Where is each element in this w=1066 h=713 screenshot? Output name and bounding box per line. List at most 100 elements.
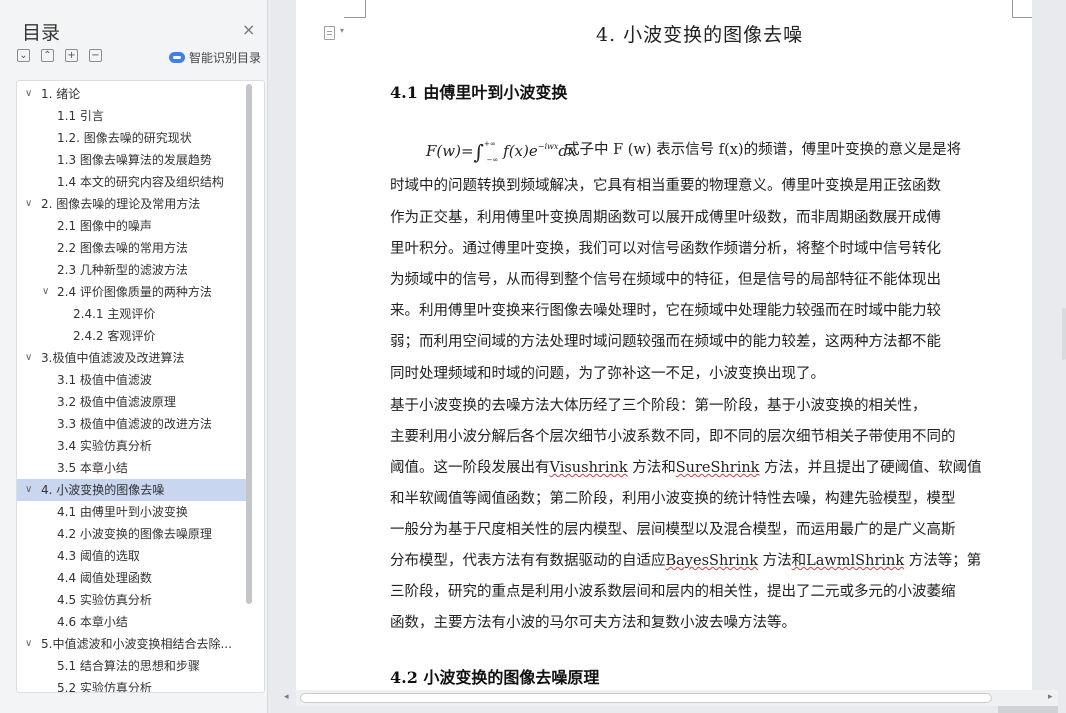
paragraph-line: 里叶积分。通过傅里叶变换，我们可以对信号函数作频谱分析，将整个时域中信号转化 (390, 241, 941, 257)
toc-item-label: 4.2 小波变换的图像去噪原理 (57, 527, 212, 541)
paragraph-line: 作为正交基，利用傅里叶变换周期函数可以展开成傅里叶级数，而非周期函数展开成傅 (390, 210, 941, 226)
chevron-down-icon[interactable]: ∨ (25, 479, 32, 501)
paragraph-line: 来。利用傅里叶变换来行图像去噪处理时，它在频域中处理能力较强而在时域中能力较 (390, 303, 941, 319)
vertical-scroll-marker[interactable] (1062, 308, 1066, 360)
toc-item[interactable]: 2.3 几种新型的滤波方法 (17, 259, 247, 281)
paragraph-line: 一般分为基于尺度相关性的层内模型、层间模型以及混合模型，而运用最广的是广义高斯 (390, 522, 956, 538)
toc-tree: ∨ 1. 绪论 1.1 引言 1.2. 图像去噪的研究现状 1.3 图像去噪算法的发展趋… (16, 80, 265, 693)
add-level-icon[interactable]: + (65, 49, 78, 62)
chevron-down-icon[interactable]: ∨ (42, 281, 49, 303)
toc-item[interactable]: ∨ 1. 绪论 (17, 83, 247, 105)
toc-item[interactable]: 4.6 本章小结 (17, 611, 247, 633)
chevron-down-icon[interactable]: ∨ (25, 83, 32, 105)
chevron-down-icon[interactable]: ∨ (25, 633, 32, 655)
scroll-left-icon[interactable]: ◂ (284, 692, 289, 702)
toc-item[interactable]: ∨ 2.4 评价图像质量的两种方法 (17, 281, 247, 303)
chevron-down-icon[interactable]: ∨ (25, 347, 32, 369)
toc-item[interactable]: ∨ 5.中值滤波和小波变换相结合去除... (17, 633, 247, 655)
section-heading: 4.2 小波变换的图像去噪原理 (390, 668, 600, 687)
page-margin-marker (1012, 0, 1032, 18)
toc-item[interactable]: 2.4.1 主观评价 (17, 303, 247, 325)
chapter-title: 4. 小波变换的图像去噪 (596, 24, 804, 46)
smart-toc-button[interactable]: 智能识别目录 (169, 49, 261, 66)
toc-item[interactable]: ∨ 2. 图像去噪的理论及常用方法 (17, 193, 247, 215)
toc-item[interactable]: 3.1 极值中值滤波 (17, 369, 247, 391)
toc-title: 目录 (22, 22, 61, 44)
toc-item[interactable]: 3.3 极值中值滤波的改进方法 (17, 413, 247, 435)
toc-item[interactable]: 2.4.2 客观评价 (17, 325, 247, 347)
toc-item[interactable]: 1.3 图像去噪算法的发展趋势 (17, 149, 247, 171)
fourier-formula: F(w)=∫+∞−∞ f(x)e−iwxdx (426, 140, 577, 164)
toc-item-label: 5.2 实验仿真分析 (57, 681, 152, 693)
section-heading: 4.1 由傅里叶到小波变换 (390, 83, 568, 102)
toc-item[interactable]: 5.2 实验仿真分析 (17, 677, 247, 693)
toc-item-label: 1.4 本文的研究内容及组织结构 (57, 175, 224, 189)
toc-item[interactable]: 4.2 小波变换的图像去噪原理 (17, 523, 247, 545)
toc-item-label: 2. 图像去噪的理论及常用方法 (41, 197, 201, 211)
collapse-all-icon[interactable]: ⌄ (17, 49, 30, 62)
toc-item[interactable]: 4.4 阈值处理函数 (17, 567, 247, 589)
horizontal-scroll-thumb[interactable] (300, 693, 992, 703)
paragraph-line: 主要利用小波分解后各个层次细节小波系数不同，即不同的层次细节相关子带使用不同的 (390, 429, 956, 445)
toc-item[interactable]: 1.4 本文的研究内容及组织结构 (17, 171, 247, 193)
toc-item-label: 5.中值滤波和小波变换相结合去除... (41, 637, 232, 651)
toc-item-label: 1. 绪论 (41, 87, 81, 101)
scroll-right-icon[interactable]: ▸ (1048, 692, 1053, 702)
toc-item[interactable]: 1.2. 图像去噪的研究现状 (17, 127, 247, 149)
term-sureshrink: SureShrink (675, 460, 760, 476)
toc-item-label: 3.极值中值滤波及改进算法 (41, 351, 185, 365)
close-icon[interactable]: × (242, 20, 255, 39)
toc-item[interactable]: 2.2 图像去噪的常用方法 (17, 237, 247, 259)
toc-item[interactable]: 3.5 本章小结 (17, 457, 247, 479)
toc-item-label: 3.2 极值中值滤波原理 (57, 395, 176, 409)
paragraph-line: 式子中 F (w) 表示信号 f(x)的频谱，傅里叶变换的意义是是将 (565, 142, 962, 158)
document-icon[interactable] (324, 26, 335, 40)
toc-item[interactable]: 4.3 阈值的选取 (17, 545, 247, 567)
toc-item[interactable]: ∨ 4. 小波变换的图像去噪 (17, 479, 247, 501)
toc-item-label: 3.1 极值中值滤波 (57, 373, 152, 387)
toc-item-label: 1.1 引言 (57, 109, 104, 123)
document-page[interactable]: ▾ 4. 小波变换的图像去噪 4.1 由傅里叶到小波变换 F(w)=∫+∞−∞ … (296, 0, 1032, 690)
horizontal-scrollbar[interactable] (296, 690, 1058, 706)
toc-item[interactable]: 3.2 极值中值滤波原理 (17, 391, 247, 413)
page-margin-marker (344, 0, 366, 18)
document-area: ▾ 4. 小波变换的图像去噪 4.1 由傅里叶到小波变换 F(w)=∫+∞−∞ … (268, 0, 1066, 713)
toc-item-label: 4.5 实验仿真分析 (57, 593, 152, 607)
toc-item-label: 4.3 阈值的选取 (57, 549, 140, 563)
paragraph-line: 分布模型，代表方法有有数据驱动的自适应BayesShrink 方法和LawmlS… (390, 553, 982, 569)
expand-all-icon[interactable]: ⌃ (41, 49, 54, 62)
status-bar (998, 706, 1058, 713)
cloud-ai-icon (169, 52, 185, 63)
remove-level-icon[interactable]: − (89, 49, 102, 62)
term-lawmlshrink: 和LawmlShrink (791, 553, 905, 569)
toc-item[interactable]: ∨ 3.极值中值滤波及改进算法 (17, 347, 247, 369)
term-visushrink: Visushrink (549, 460, 628, 476)
toc-list: ∨ 1. 绪论 1.1 引言 1.2. 图像去噪的研究现状 1.3 图像去噪算法的发展趋… (17, 83, 247, 693)
paragraph-line: 弱；而利用空间域的方法处理时域问题较强而在频域中的能力较差，这两种方法都不能 (390, 334, 941, 350)
toc-item-label: 4. 小波变换的图像去噪 (41, 483, 165, 497)
paragraph-line: 函数，主要方法有小波的马尔可夫方法和复数小波去噪方法等。 (390, 615, 796, 631)
toc-item[interactable]: 1.1 引言 (17, 105, 247, 127)
toc-item-label: 2.3 几种新型的滤波方法 (57, 263, 188, 277)
toc-item-label: 3.5 本章小结 (57, 461, 128, 475)
toc-item-label: 4.6 本章小结 (57, 615, 128, 629)
paragraph-line: 基于小波变换的去噪方法大体历经了三个阶段：第一阶段，基于小波变换的相关性， (390, 398, 927, 414)
toc-item[interactable]: 2.1 图像中的噪声 (17, 215, 247, 237)
toc-item-label: 4.1 由傅里叶到小波变换 (57, 505, 188, 519)
toc-scrollbar[interactable] (246, 84, 252, 604)
toc-item-label: 2.4.2 客观评价 (73, 329, 156, 343)
toc-item-label: 2.4 评价图像质量的两种方法 (57, 285, 212, 299)
toc-item[interactable]: 4.5 实验仿真分析 (17, 589, 247, 611)
toc-item-label: 2.2 图像去噪的常用方法 (57, 241, 188, 255)
toc-panel: 目录 × ⌄ ⌃ + − 智能识别目录 ∨ 1. 绪论 1.1 引言 1.2. 图像去… (0, 0, 268, 713)
paragraph-line: 时域中的问题转换到频域解决，它具有相当重要的物理意义。傅里叶变换是用正弦函数 (390, 178, 941, 194)
chevron-down-icon[interactable]: ▾ (340, 26, 344, 35)
paragraph-line: 和半软阈值等阈值函数；第二阶段，利用小波变换的统计特性去噪，构建先验模型，模型 (390, 491, 956, 507)
chevron-down-icon[interactable]: ∨ (25, 193, 32, 215)
toc-item-label: 3.4 实验仿真分析 (57, 439, 152, 453)
toc-item[interactable]: 5.1 结合算法的思想和步骤 (17, 655, 247, 677)
toc-item-label: 1.2. 图像去噪的研究现状 (57, 131, 192, 145)
paragraph-line: 阈值。这一阶段发展出有Visushrink 方法和SureShrink 方法，并… (390, 460, 982, 476)
toc-item[interactable]: 4.1 由傅里叶到小波变换 (17, 501, 247, 523)
toc-item[interactable]: 3.4 实验仿真分析 (17, 435, 247, 457)
